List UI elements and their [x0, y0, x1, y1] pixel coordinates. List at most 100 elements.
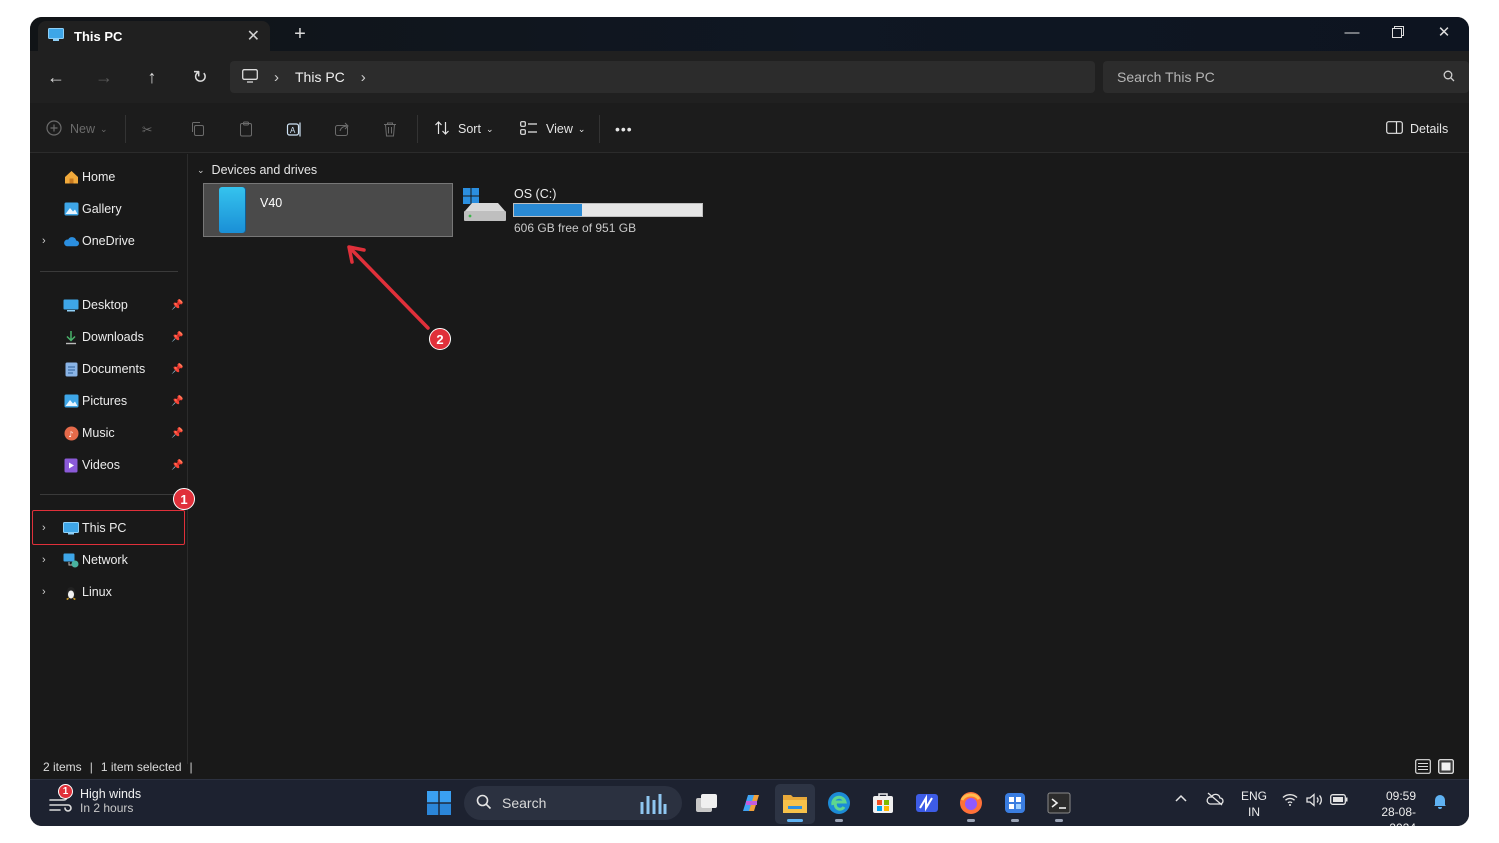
pin-icon[interactable]: 📌: [171, 460, 183, 471]
music-icon: ♪: [63, 425, 79, 441]
sidebar-item-gallery[interactable]: Gallery: [30, 194, 188, 224]
new-button[interactable]: New ⌄: [46, 117, 108, 141]
linux-icon: [63, 584, 79, 600]
share-icon[interactable]: [334, 117, 350, 141]
file-explorer-taskbar-button[interactable]: [775, 784, 815, 824]
breadcrumb-chevron-icon[interactable]: ›: [274, 69, 279, 86]
sidebar-item-desktop[interactable]: Desktop 📌: [30, 290, 188, 320]
search-box[interactable]: [1103, 61, 1469, 93]
details-label: Details: [1410, 122, 1449, 136]
clock[interactable]: 09:59 28-08-2024: [1360, 788, 1416, 826]
address-bar[interactable]: › This PC ›: [230, 61, 1095, 93]
sidebar-item-pictures[interactable]: Pictures 📌: [30, 386, 188, 416]
step-2-badge: 2: [429, 328, 451, 350]
start-button[interactable]: [419, 784, 459, 824]
edge-button[interactable]: [819, 784, 859, 824]
sort-button[interactable]: Sort ⌄: [434, 117, 493, 141]
volume-icon[interactable]: [1306, 793, 1324, 807]
close-window-icon[interactable]: ✕: [1421, 17, 1467, 47]
forward-arrow-icon[interactable]: →: [90, 63, 118, 91]
sidebar-item-onedrive[interactable]: › OneDrive: [30, 226, 188, 256]
weather-subtitle: In 2 hours: [80, 801, 134, 815]
running-indicator: [835, 819, 843, 822]
taskbar-search-label: Search: [502, 795, 547, 811]
sidebar-item-music[interactable]: ♪ Music 📌: [30, 418, 188, 448]
close-tab-icon[interactable]: ✕: [247, 26, 260, 46]
rename-icon[interactable]: A: [286, 117, 303, 141]
more-options-button[interactable]: •••: [615, 117, 633, 141]
back-arrow-icon[interactable]: ←: [42, 63, 70, 91]
copilot-button[interactable]: [731, 784, 771, 824]
sidebar-item-linux[interactable]: › Linux: [30, 577, 188, 607]
gallery-icon: [63, 201, 79, 217]
pin-icon[interactable]: 📌: [171, 364, 183, 375]
breadcrumb-chevron-icon[interactable]: ›: [361, 69, 366, 86]
taskbar-search[interactable]: Search: [464, 786, 682, 820]
view-label: View: [546, 122, 573, 136]
language-indicator[interactable]: ENG IN: [1240, 788, 1268, 820]
firefox-button[interactable]: [951, 784, 991, 824]
details-button[interactable]: Details: [1386, 117, 1448, 141]
task-view-button[interactable]: [687, 784, 727, 824]
pictures-icon: [63, 393, 79, 409]
breadcrumb-this-pc[interactable]: This PC: [295, 69, 345, 85]
show-hidden-icons-chevron-icon[interactable]: [1175, 794, 1187, 802]
item-count: 2 items: [43, 760, 82, 774]
chevron-right-icon[interactable]: ›: [42, 235, 46, 247]
step-1-badge: 1: [173, 488, 195, 510]
annotation-arrow: [347, 245, 430, 330]
store-button[interactable]: [863, 784, 903, 824]
restore-icon[interactable]: [1375, 17, 1421, 47]
device-tile-v40[interactable]: V40: [203, 183, 453, 237]
drive-tile-os-c[interactable]: OS (C:) 606 GB free of 951 GB: [460, 183, 730, 239]
up-arrow-icon[interactable]: ↑: [138, 63, 166, 91]
sidebar-item-label: Music: [82, 426, 115, 440]
minimize-icon[interactable]: —: [1329, 17, 1375, 47]
battery-icon[interactable]: [1330, 794, 1348, 805]
pin-icon[interactable]: 📌: [171, 396, 183, 407]
tab-this-pc[interactable]: This PC ✕: [38, 21, 270, 51]
delete-icon[interactable]: [382, 117, 398, 141]
time: 09:59: [1385, 789, 1416, 803]
weather-title: High winds: [80, 787, 142, 801]
chevron-right-icon[interactable]: ›: [42, 554, 46, 566]
view-button[interactable]: View ⌄: [520, 117, 585, 141]
search-input[interactable]: [1117, 69, 1443, 85]
details-view-icon[interactable]: [1415, 759, 1431, 777]
new-tab-button[interactable]: +: [288, 23, 312, 46]
phone-link-button[interactable]: [995, 784, 1035, 824]
pin-icon[interactable]: 📌: [171, 332, 183, 343]
running-indicator: [787, 819, 803, 822]
chevron-down-icon: ⌄: [100, 123, 108, 134]
sort-icon: [434, 120, 450, 139]
terminal-button[interactable]: [1039, 784, 1079, 824]
pin-icon[interactable]: 📌: [171, 428, 183, 439]
divider: [417, 115, 418, 143]
pin-icon[interactable]: 📌: [171, 300, 183, 311]
wifi-icon[interactable]: [1282, 793, 1298, 806]
group-header-devices[interactable]: ⌄ Devices and drives: [197, 163, 317, 177]
sidebar-item-downloads[interactable]: Downloads 📌: [30, 322, 188, 352]
sidebar-item-documents[interactable]: Documents 📌: [30, 354, 188, 384]
large-icons-view-icon[interactable]: [1438, 759, 1454, 777]
onedrive-offline-icon[interactable]: [1206, 792, 1224, 806]
sidebar-item-home[interactable]: Home: [30, 162, 188, 192]
drive-usage-bar: [513, 203, 703, 217]
sidebar-item-network[interactable]: › Network: [30, 545, 188, 575]
sidebar-item-videos[interactable]: Videos 📌: [30, 450, 188, 480]
copy-icon[interactable]: [190, 117, 206, 141]
chevron-right-icon[interactable]: ›: [42, 586, 46, 598]
onedrive-icon: [63, 233, 79, 249]
cut-icon[interactable]: ✂: [142, 117, 152, 141]
refresh-icon[interactable]: ↻: [186, 63, 214, 91]
drive-usage-fill: [514, 204, 582, 216]
weather-widget[interactable]: 1 High winds In 2 hours: [48, 784, 142, 816]
notification-bell-icon[interactable]: [1433, 793, 1447, 809]
edge-browser-icon: [827, 791, 851, 818]
drive-free-space: 606 GB free of 951 GB: [514, 221, 637, 235]
running-indicator: [1011, 819, 1019, 822]
paste-icon[interactable]: [238, 117, 254, 141]
date: 28-08-2024: [1381, 805, 1416, 826]
divider: [40, 271, 178, 272]
whiteboard-button[interactable]: [907, 784, 947, 824]
